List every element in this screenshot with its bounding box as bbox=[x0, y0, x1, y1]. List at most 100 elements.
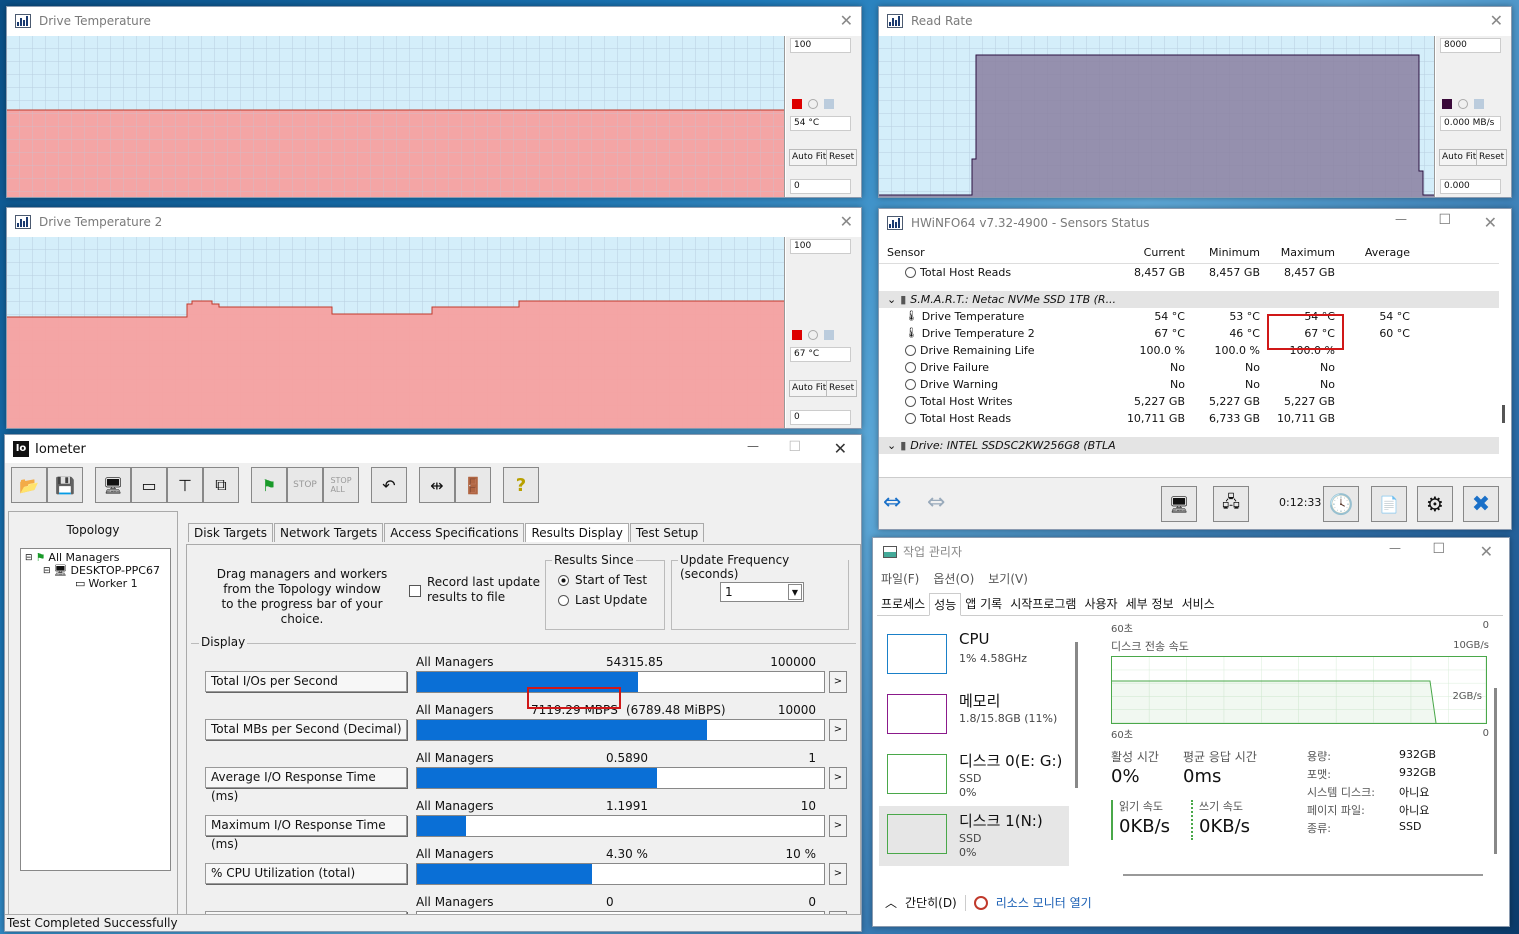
open-folder-icon[interactable]: 📂 bbox=[11, 467, 47, 503]
metric-button[interactable]: Average I/O Response Time (ms) bbox=[205, 767, 407, 803]
add-report-icon[interactable]: 📄 bbox=[1371, 486, 1407, 522]
reset-button[interactable]: Reset bbox=[1476, 149, 1508, 166]
tab-test-setup[interactable]: Test Setup bbox=[629, 523, 705, 542]
tab-network-targets[interactable]: Network Targets bbox=[273, 523, 384, 542]
vertical-scrollbar[interactable] bbox=[1494, 688, 1497, 854]
progress-bar[interactable] bbox=[416, 863, 825, 885]
resource-item[interactable]: 디스크 1(N:) SSD 0% bbox=[879, 806, 1069, 866]
col-current[interactable]: Current bbox=[1116, 246, 1191, 259]
chevron-down-icon[interactable]: ▼ bbox=[788, 584, 802, 600]
resource-item[interactable]: 디스크 0(E: G:) SSD 0% bbox=[879, 746, 1069, 806]
close-icon[interactable]: ✕ bbox=[840, 11, 853, 30]
col-minimum[interactable]: Minimum bbox=[1191, 246, 1266, 259]
tab-processes[interactable]: 프로세스 bbox=[877, 593, 929, 615]
radio-start-of-test[interactable]: Start of Test bbox=[558, 573, 647, 587]
col-maximum[interactable]: Maximum bbox=[1266, 246, 1341, 259]
auto-fit-button[interactable]: Auto Fit bbox=[789, 149, 830, 166]
col-sensor[interactable]: Sensor bbox=[879, 246, 1116, 259]
sensor-row[interactable]: Drive Warning No No No bbox=[879, 376, 1499, 393]
sensor-group-row[interactable]: ⌄ ▮ Drive: INTEL SSDSC2KW256G8 (BTLA... bbox=[879, 437, 1499, 454]
door-icon[interactable]: 🚪 bbox=[455, 467, 491, 503]
sensor-group-row[interactable]: ⌄ ▮ S.M.A.R.T.: Netac NVMe SSD 1TB (R... bbox=[879, 291, 1499, 308]
close-icon[interactable]: ✕ bbox=[1490, 11, 1503, 30]
metric-button[interactable]: Total MBs per Second (Decimal) bbox=[205, 719, 407, 740]
tab-app-history[interactable]: 앱 기록 bbox=[961, 593, 1006, 615]
close-x-icon[interactable]: ✖ bbox=[1463, 486, 1499, 522]
new-network-worker-icon[interactable]: ⊤ bbox=[167, 467, 203, 503]
square-swatch[interactable] bbox=[824, 99, 834, 109]
tab-access-specifications[interactable]: Access Specifications bbox=[384, 523, 525, 542]
start-test-flag-icon[interactable]: ⚑ bbox=[251, 467, 287, 503]
network-icon[interactable]: 🖧 bbox=[1213, 486, 1249, 522]
sensor-row[interactable]: Total Host Reads 10,711 GB 6,733 GB 10,711 … bbox=[879, 410, 1499, 427]
side-scrollbar[interactable] bbox=[1075, 642, 1078, 788]
duplicate-worker-icon[interactable]: ⧉ bbox=[203, 467, 239, 503]
fewer-details-link[interactable]: 간단히(D) bbox=[905, 894, 957, 911]
auto-fit-button[interactable]: Auto Fit bbox=[789, 380, 830, 397]
sensor-row[interactable]: Total Host Reads 8,457 GB 8,457 GB 8,457 GB bbox=[879, 264, 1499, 281]
resource-monitor-link[interactable]: 리소스 모니터 열기 bbox=[996, 894, 1092, 911]
tab-details[interactable]: 세부 정보 bbox=[1122, 593, 1178, 615]
stop-icon[interactable]: STOP bbox=[287, 467, 323, 503]
maximize-icon[interactable]: ☐ bbox=[1432, 541, 1445, 557]
progress-bar[interactable] bbox=[416, 815, 825, 837]
col-average[interactable]: Average bbox=[1341, 246, 1416, 259]
collapse-icon[interactable]: ⊟ bbox=[43, 566, 51, 576]
reset-button[interactable]: Reset bbox=[826, 380, 858, 397]
record-checkbox[interactable] bbox=[409, 585, 421, 597]
row-arrow-button[interactable]: > bbox=[829, 767, 847, 789]
minimize-icon[interactable]: — bbox=[1395, 212, 1407, 226]
minimize-icon[interactable]: — bbox=[1389, 541, 1401, 555]
menu-view[interactable]: 보기(V) bbox=[988, 570, 1028, 587]
sensor-row[interactable]: Total Host Writes 5,227 GB 5,227 GB 5,227 G… bbox=[879, 393, 1499, 410]
update-frequency-select[interactable]: 1 ▼ bbox=[720, 582, 804, 602]
row-arrow-button[interactable]: > bbox=[829, 719, 847, 741]
resource-item[interactable]: CPU 1% 4.58GHz bbox=[879, 626, 1069, 686]
square-swatch[interactable] bbox=[824, 330, 834, 340]
metric-button[interactable]: Maximum I/O Response Time (ms) bbox=[205, 815, 407, 851]
start-manager-icon[interactable]: 🖥 bbox=[95, 467, 131, 503]
resource-item[interactable]: 메모리 1.8/15.8GB (11%) bbox=[879, 686, 1069, 746]
radio-last-update[interactable]: Last Update bbox=[558, 593, 647, 607]
progress-bar[interactable] bbox=[416, 719, 825, 741]
clock-icon[interactable]: 🕓 bbox=[1323, 486, 1359, 522]
red-swatch[interactable] bbox=[792, 330, 802, 340]
sensor-row[interactable]: Drive Failure No No No bbox=[879, 359, 1499, 376]
arrows-collapse-icon[interactable]: ⇔ bbox=[927, 490, 945, 515]
tree-item-manager[interactable]: ⊟ 🖥 DESKTOP-PPC67 bbox=[21, 564, 170, 577]
progress-bar[interactable] bbox=[416, 767, 825, 789]
chevron-up-icon[interactable]: ︿ bbox=[885, 894, 897, 911]
scrollbar[interactable] bbox=[1502, 405, 1505, 423]
expand-chevron-icon[interactable]: ⌄ bbox=[887, 293, 896, 306]
close-icon[interactable]: ✕ bbox=[840, 212, 853, 231]
radio-icon[interactable] bbox=[558, 594, 569, 606]
tree-item-all-managers[interactable]: ⊟ ⚑ All Managers bbox=[21, 549, 170, 564]
maximize-icon[interactable]: ☐ bbox=[1438, 212, 1451, 228]
tab-results-display[interactable]: Results Display bbox=[525, 523, 629, 542]
exit-icon[interactable]: ⇹ bbox=[419, 467, 455, 503]
close-icon[interactable]: ✕ bbox=[1480, 542, 1493, 561]
monitor-icon[interactable]: 🖥 bbox=[1161, 486, 1197, 522]
new-disk-worker-icon[interactable]: ▭ bbox=[131, 467, 167, 503]
close-icon[interactable]: ✕ bbox=[1484, 213, 1497, 232]
settings-gear-icon[interactable]: ⚙ bbox=[1417, 486, 1453, 522]
maximize-icon[interactable]: ☐ bbox=[788, 439, 801, 455]
tab-startup[interactable]: 시작프로그램 bbox=[1006, 593, 1080, 615]
help-icon[interactable]: ? bbox=[503, 467, 539, 503]
expand-chevron-icon[interactable]: ⌄ bbox=[887, 439, 896, 452]
tab-users[interactable]: 사용자 bbox=[1080, 593, 1121, 615]
tree-item-worker[interactable]: ▭ Worker 1 bbox=[21, 577, 170, 590]
sensor-row[interactable]: Drive Remaining Life 100.0 % 100.0 % 100.0 … bbox=[879, 342, 1499, 359]
save-icon[interactable]: 💾 bbox=[47, 467, 83, 503]
menu-file[interactable]: 파일(F) bbox=[881, 570, 919, 587]
sensor-row[interactable]: 🌡 Drive Temperature 2 67 °C 46 °C 67 °C 60 °C bbox=[879, 325, 1499, 342]
tab-disk-targets[interactable]: Disk Targets bbox=[188, 523, 273, 542]
red-swatch[interactable] bbox=[792, 99, 802, 109]
metric-button[interactable]: Total I/Os per Second bbox=[205, 671, 407, 692]
close-icon[interactable]: ✕ bbox=[834, 439, 847, 458]
sensor-row[interactable]: 🌡 Drive Temperature 54 °C 53 °C 54 °C 54 °C bbox=[879, 308, 1499, 325]
purple-swatch[interactable] bbox=[1442, 99, 1452, 109]
reset-button[interactable]: Reset bbox=[826, 149, 858, 166]
reset-workers-icon[interactable]: ↶ bbox=[371, 467, 407, 503]
menu-options[interactable]: 옵션(O) bbox=[933, 570, 974, 587]
